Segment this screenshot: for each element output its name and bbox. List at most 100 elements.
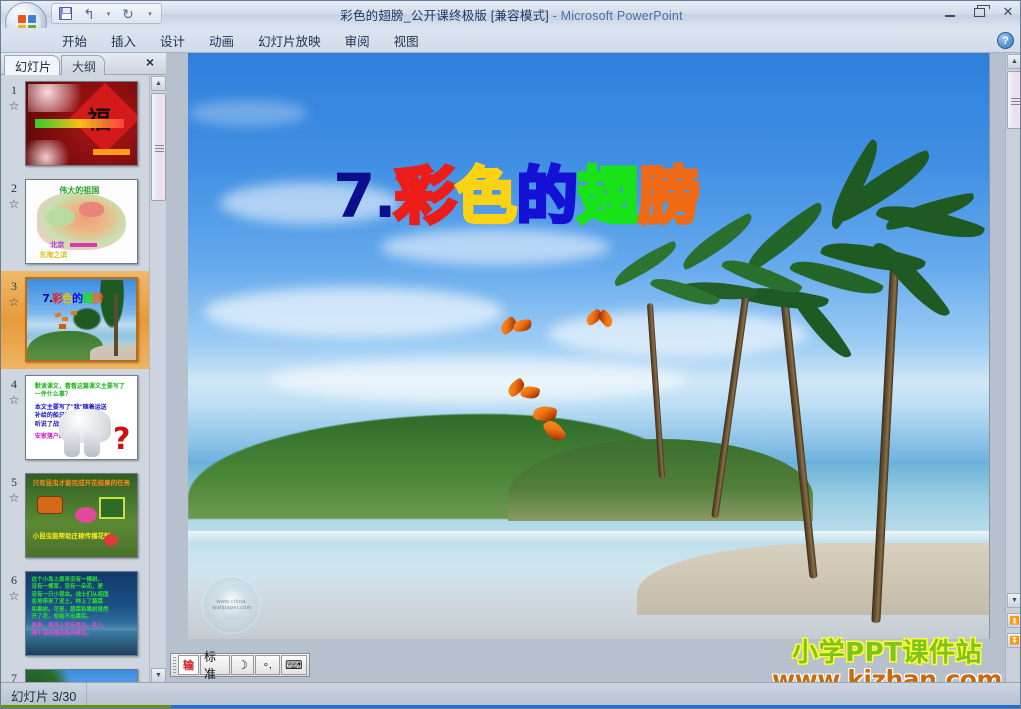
previous-slide-button[interactable]: ⏫ (1007, 613, 1020, 628)
photo-watermark: www.china-wallpaper.com (202, 576, 260, 634)
ribbon-tab-1[interactable]: 插入 (100, 28, 147, 54)
restore-button[interactable] (969, 3, 990, 21)
next-slide-button[interactable]: ⏬ (1007, 633, 1020, 648)
status-bar: 幻灯片 3/30 (1, 682, 1020, 708)
thumbnail-preview[interactable]: 默读课文，看看这篇课文主要写了一件什么事？本文主要写了"我"随着运送补给的船只到… (25, 375, 138, 460)
ribbon-tab-3[interactable]: 动画 (198, 28, 245, 54)
thumbnail-star-icon: ☆ (8, 197, 20, 211)
window-controls: ✕ (940, 3, 1018, 21)
slide-thumbnail-6[interactable]: 6 ☆ 这个小岛上原来没有一棵树， 没有一棵草，没有一朵花，更 没有一只小昆虫。战士们从… (1, 565, 149, 663)
cloud-decoration (204, 287, 505, 338)
tab-slides[interactable]: 幻灯片 (4, 55, 61, 75)
photo-watermark-text: www.china-wallpaper.com (212, 599, 252, 611)
thumbnail-number: 1 (11, 83, 17, 97)
window-title-doc: 彩色的翅膀_公开课终极版 [兼容模式] (340, 9, 549, 23)
ribbon-tabs: 开始 插入 设计 动画 幻灯片放映 审阅 视图 (51, 28, 432, 53)
panel-scroll-up-button[interactable]: ▲ (151, 76, 166, 91)
thumbnail-number: 2 (11, 181, 17, 195)
undo-icon: ↰ (83, 5, 95, 22)
redo-button[interactable]: ↻ (119, 5, 137, 22)
thumbnail-number: 4 (11, 377, 17, 391)
thumbnail-star-icon: ☆ (8, 589, 20, 603)
close-icon: ✕ (1002, 4, 1014, 19)
ime-keyboard-button[interactable]: ⌨ (280, 655, 307, 675)
double-down-icon: ⏬ (1009, 636, 1020, 645)
ime-punctuation-button[interactable]: ∘, (254, 655, 280, 675)
undo-button[interactable]: ↰ (80, 5, 98, 22)
ribbon-tab-0[interactable]: 开始 (51, 28, 98, 54)
save-icon (58, 7, 72, 20)
thumbnail-preview[interactable]: 福 (25, 81, 138, 166)
slide-thumbnail-7[interactable]: 7☆ (1, 663, 149, 684)
help-button[interactable]: ? (997, 32, 1014, 49)
slide-thumbnail-4[interactable]: 4 ☆ 默读课文，看看这篇课文主要写了一件什么事？本文主要写了"我"随着运送补给的船… (1, 369, 149, 467)
slide-thumbnail-list[interactable]: 1 ☆ 福 2 ☆ 伟大的祖国北京东海之滨 3 ☆ 7.彩色的翅膀 4 ☆ 默读课文，看看这篇课文主要… (1, 75, 149, 684)
slides-panel: 幻灯片 大纲 × 1 ☆ 福 2 ☆ 伟大的祖国北京东海之滨 3 ☆ 7.彩色的翅膀 4 ☆ 默读课文… (1, 53, 166, 684)
title-char-1: 色 (454, 161, 519, 232)
panel-scroll-down-button[interactable]: ▼ (151, 668, 166, 683)
restore-icon (973, 4, 990, 17)
slide-thumbnail-1[interactable]: 1 ☆ 福 (1, 75, 149, 173)
ime-logo-button[interactable]: 输 (178, 655, 199, 675)
thumbnail-preview[interactable]: 这个小岛上原来没有一棵树， 没有一棵草，没有一朵花，更 没有一只小昆虫。战士们从祖国… (25, 571, 138, 656)
slide-editing-area: 7.彩色的翅膀 www.china-wallpaper.com ▲ ▼ ⏫ ⏬ (166, 53, 1020, 684)
ribbon-tab-5[interactable]: 审阅 (334, 28, 381, 54)
undo-dropdown[interactable]: ▾ (104, 5, 113, 22)
cloud-decoration (380, 228, 611, 265)
thumbnail-number: 5 (11, 475, 17, 489)
thumbnail-preview[interactable]: 7.彩色的翅膀 (25, 277, 138, 362)
ime-logo-icon: 输 (182, 660, 194, 672)
ribbon-tab-2[interactable]: 设计 (149, 28, 196, 54)
ime-mode-button[interactable]: 标准 (199, 650, 231, 681)
status-accent-line (1, 705, 1020, 708)
slide-thumbnail-3[interactable]: 3 ☆ 7.彩色的翅膀 (1, 271, 149, 369)
window-title-app: Microsoft PowerPoint (560, 9, 683, 23)
minimize-button[interactable] (940, 3, 960, 21)
slide-scrollbar[interactable]: ▲ ▼ ⏫ ⏬ (1005, 53, 1020, 684)
thumbnail-star-icon: ☆ (8, 491, 20, 505)
title-char-3: 翅 (576, 161, 641, 232)
double-up-icon: ⏫ (1009, 616, 1020, 625)
grip-icon (155, 143, 164, 152)
slide-thumbnail-5[interactable]: 5 ☆ 只有昆虫才能完成开花结果的任务 小昆虫能帮助庄稼传播花粉 (1, 467, 149, 565)
redo-icon: ↻ (122, 5, 134, 22)
thumbnail-star-icon: ☆ (8, 393, 20, 407)
slide-scroll-thumb[interactable] (1007, 71, 1020, 129)
thumbnail-number: 3 (11, 279, 17, 293)
thumbnail-number: 6 (11, 573, 17, 587)
ime-halfwidth-button[interactable]: ☽ (231, 655, 254, 675)
title-bar: 彩色的翅膀_公开课终极版 [兼容模式] - Microsoft PowerPoi… (1, 1, 1020, 44)
title-char-2: 的 (515, 161, 580, 232)
thumbnail-preview[interactable]: 只有昆虫才能完成开花结果的任务 小昆虫能帮助庄稼传播花粉 (25, 473, 138, 558)
panel-scrollbar[interactable]: ▲ ▼ (149, 75, 166, 684)
grip-icon (1011, 96, 1020, 105)
close-panel-button[interactable]: × (142, 55, 158, 71)
window-title-sep: - (548, 9, 561, 23)
chevron-down-icon: ▾ (148, 10, 152, 18)
slide-title[interactable]: 7.彩色的翅膀 (333, 161, 702, 232)
title-char-4: 膀 (637, 161, 702, 232)
ime-drag-handle[interactable] (173, 657, 176, 675)
title-char-0: 彩 (393, 161, 458, 232)
slide-thumbnail-2[interactable]: 2 ☆ 伟大的祖国 北京 东海之滨 (1, 173, 149, 271)
ribbon-tab-6[interactable]: 视图 (383, 28, 430, 54)
title-characters: 彩色的翅膀 (393, 161, 702, 232)
slide-scroll-down-button[interactable]: ▼ (1007, 593, 1020, 608)
ribbon-tab-4[interactable]: 幻灯片放映 (247, 28, 332, 54)
slide-scroll-up-button[interactable]: ▲ (1007, 54, 1020, 69)
current-slide[interactable]: 7.彩色的翅膀 www.china-wallpaper.com (188, 53, 990, 639)
close-button[interactable]: ✕ (998, 3, 1018, 21)
tab-outline[interactable]: 大纲 (61, 55, 106, 75)
palm-tree (597, 240, 727, 479)
title-number: 7. (333, 161, 397, 232)
customize-qat-button[interactable]: ▾ (143, 5, 157, 22)
ime-toolbar[interactable]: 输 标准 ☽ ∘, ⌨ (170, 650, 310, 681)
panel-scroll-thumb[interactable] (151, 93, 166, 201)
thumbnail-preview[interactable]: 伟大的祖国 北京 东海之滨 (25, 179, 138, 264)
chevron-down-icon: ▾ (106, 10, 111, 18)
powerpoint-window: 彩色的翅膀_公开课终极版 [兼容模式] - Microsoft PowerPoi… (0, 0, 1021, 709)
panel-tab-bar: 幻灯片 大纲 × (1, 53, 166, 75)
save-button[interactable] (56, 5, 74, 22)
thumbnail-star-icon: ☆ (8, 295, 20, 309)
cloud-decoration (188, 99, 308, 126)
